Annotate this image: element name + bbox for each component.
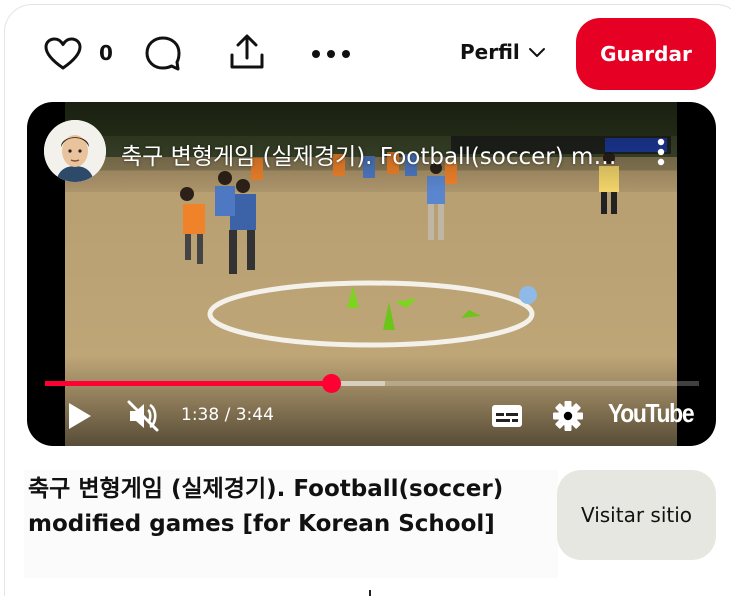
time-display: 1:38 / 3:44 — [181, 405, 274, 425]
save-button[interactable]: Guardar — [576, 18, 716, 90]
progress-bar[interactable] — [45, 374, 699, 393]
more-horizontal-icon[interactable] — [310, 33, 352, 75]
like-count: 0 — [99, 41, 113, 65]
channel-avatar[interactable] — [44, 120, 106, 182]
youtube-logo[interactable]: YouTube — [608, 398, 695, 429]
profile-label: Perfil — [460, 40, 520, 64]
scrubber-handle[interactable] — [321, 374, 341, 393]
pin-title: 축구 변형게임 (실제경기). Football(soccer) modifie… — [24, 470, 558, 578]
share-upload-icon[interactable] — [226, 31, 268, 73]
comment-bubble-icon[interactable] — [142, 33, 184, 75]
profile-dropdown[interactable]: Perfil — [460, 40, 546, 64]
play-icon[interactable] — [63, 397, 97, 435]
divider-mark — [369, 590, 371, 596]
muted-speaker-icon[interactable] — [123, 396, 163, 436]
played-bar — [45, 381, 331, 386]
visit-site-button[interactable]: Visitar sitio — [557, 470, 716, 560]
gear-icon[interactable] — [549, 397, 587, 435]
pin-action-bar: 0 Perfil Guardar — [0, 0, 731, 100]
closed-captions-icon[interactable] — [488, 398, 526, 434]
video-title[interactable]: 축구 변형게임 (실제경기). Football(soccer) modifie… — [121, 137, 627, 171]
heart-icon[interactable] — [42, 33, 84, 75]
video-player[interactable]: 축구 변형게임 (실제경기). Football(soccer) modifie… — [27, 102, 716, 446]
chevron-down-icon — [528, 48, 545, 57]
more-vertical-icon[interactable] — [649, 132, 673, 172]
